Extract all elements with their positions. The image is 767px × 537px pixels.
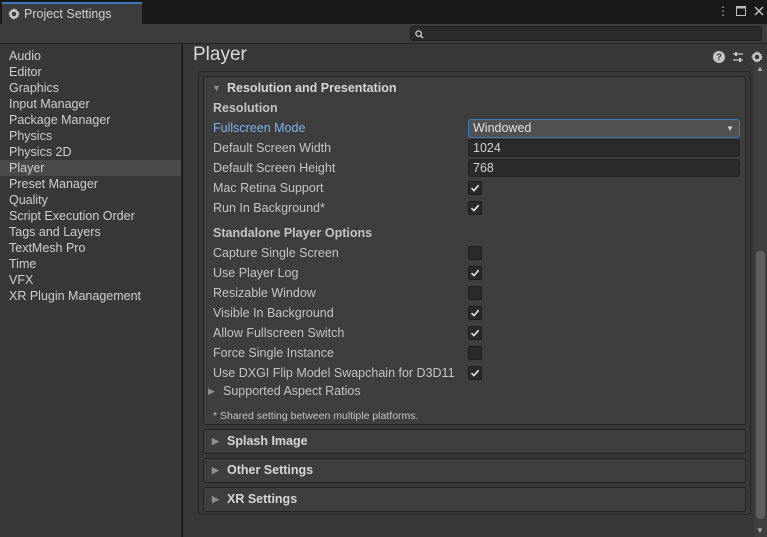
- search-icon: [415, 27, 424, 42]
- sidebar-item-editor[interactable]: Editor: [0, 64, 181, 80]
- close-icon[interactable]: [753, 6, 765, 16]
- row-resizable-window: Resizable Window: [213, 284, 741, 302]
- kebab-menu-icon[interactable]: ⋮: [717, 4, 729, 18]
- row-run-in-background: Run In Background*: [213, 199, 741, 217]
- triangle-right-icon: ▶: [212, 494, 219, 504]
- settings-sliders-icon[interactable]: [732, 51, 744, 63]
- row-use-dxgi-flip-model: Use DXGI Flip Model Swapchain for D3D11: [213, 364, 741, 382]
- shared-setting-note: * Shared setting between multiple platfo…: [213, 410, 419, 422]
- toolbar: [0, 24, 767, 44]
- row-allow-fullscreen-switch: Allow Fullscreen Switch: [213, 324, 741, 342]
- run-in-background-checkbox[interactable]: [468, 201, 482, 215]
- supported-aspect-ratios-foldout[interactable]: ▶ Supported Aspect Ratios: [208, 384, 361, 398]
- sidebar-item-preset-manager[interactable]: Preset Manager: [0, 176, 181, 192]
- search-input[interactable]: [410, 26, 762, 41]
- sidebar-item-script-execution-order[interactable]: Script Execution Order: [0, 208, 181, 224]
- title-bar: Project Settings ⋮: [0, 0, 767, 24]
- sidebar-item-input-manager[interactable]: Input Manager: [0, 96, 181, 112]
- section-splash-image[interactable]: ▶ Splash Image: [203, 429, 746, 454]
- checkmark-icon: [470, 329, 480, 337]
- resolution-header: Resolution: [213, 101, 278, 115]
- row-visible-in-background: Visible In Background: [213, 304, 741, 322]
- triangle-right-icon: ▶: [212, 436, 219, 446]
- default-screen-width-field[interactable]: 1024: [468, 139, 740, 157]
- sidebar-item-time[interactable]: Time: [0, 256, 181, 272]
- sidebar: Audio Editor Graphics Input Manager Pack…: [0, 44, 182, 537]
- mac-retina-checkbox[interactable]: [468, 181, 482, 195]
- gear-icon[interactable]: [751, 51, 763, 63]
- sidebar-item-textmesh-pro[interactable]: TextMesh Pro: [0, 240, 181, 256]
- capture-single-screen-checkbox[interactable]: [468, 246, 482, 260]
- scroll-down-arrow-icon[interactable]: ▼: [756, 526, 764, 535]
- help-icon[interactable]: ?: [713, 51, 725, 63]
- sidebar-item-audio[interactable]: Audio: [0, 48, 181, 64]
- row-default-screen-width: Default Screen Width 1024: [213, 139, 741, 157]
- chevron-down-icon: ▼: [726, 124, 734, 133]
- tab-title: Project Settings: [24, 7, 112, 21]
- player-settings-panel: ▼ Resolution and Presentation Resolution…: [198, 71, 751, 515]
- section-header-resolution[interactable]: ▼ Resolution and Presentation: [204, 77, 745, 99]
- main-panel: Player ? ▼ Resolution and Presentation R…: [183, 44, 767, 537]
- gear-icon: [8, 8, 20, 20]
- sidebar-item-xr-plugin-management[interactable]: XR Plugin Management: [0, 288, 181, 304]
- checkmark-icon: [470, 184, 480, 192]
- sidebar-item-graphics[interactable]: Graphics: [0, 80, 181, 96]
- row-default-screen-height: Default Screen Height 768: [213, 159, 741, 177]
- row-capture-single-screen: Capture Single Screen: [213, 244, 741, 262]
- page-title: Player: [193, 44, 247, 65]
- section-other-settings[interactable]: ▶ Other Settings: [203, 458, 746, 483]
- row-mac-retina: Mac Retina Support: [213, 179, 741, 197]
- sidebar-item-physics[interactable]: Physics: [0, 128, 181, 144]
- sidebar-item-vfx[interactable]: VFX: [0, 272, 181, 288]
- section-xr-settings[interactable]: ▶ XR Settings: [203, 487, 746, 512]
- maximize-icon[interactable]: [735, 6, 747, 16]
- sidebar-item-package-manager[interactable]: Package Manager: [0, 112, 181, 128]
- checkmark-icon: [470, 269, 480, 277]
- sidebar-item-quality[interactable]: Quality: [0, 192, 181, 208]
- allow-fullscreen-switch-checkbox[interactable]: [468, 326, 482, 340]
- scroll-up-arrow-icon[interactable]: ▲: [756, 64, 764, 73]
- section-resolution-presentation: ▼ Resolution and Presentation Resolution…: [203, 76, 746, 425]
- row-fullscreen-mode: Fullscreen Mode Windowed ▼: [213, 119, 741, 138]
- triangle-right-icon: ▶: [212, 465, 219, 475]
- checkmark-icon: [470, 369, 480, 377]
- triangle-right-icon: ▶: [208, 385, 215, 396]
- tab-project-settings[interactable]: Project Settings: [2, 2, 142, 24]
- standalone-header: Standalone Player Options: [213, 226, 373, 240]
- row-force-single-instance: Force Single Instance: [213, 344, 741, 362]
- use-dxgi-flip-model-checkbox[interactable]: [468, 366, 482, 380]
- default-screen-height-field[interactable]: 768: [468, 159, 740, 177]
- resizable-window-checkbox[interactable]: [468, 286, 482, 300]
- row-use-player-log: Use Player Log: [213, 264, 741, 282]
- checkmark-icon: [470, 204, 480, 212]
- visible-in-background-checkbox[interactable]: [468, 306, 482, 320]
- scrollbar-thumb[interactable]: [756, 251, 765, 519]
- sidebar-item-player[interactable]: Player: [0, 160, 181, 176]
- vertical-scrollbar[interactable]: ▲ ▼: [754, 64, 767, 537]
- triangle-down-icon: ▼: [212, 83, 221, 93]
- use-player-log-checkbox[interactable]: [468, 266, 482, 280]
- sidebar-item-physics-2d[interactable]: Physics 2D: [0, 144, 181, 160]
- fullscreen-mode-dropdown[interactable]: Windowed ▼: [468, 119, 740, 138]
- checkmark-icon: [470, 309, 480, 317]
- force-single-instance-checkbox[interactable]: [468, 346, 482, 360]
- sidebar-item-tags-and-layers[interactable]: Tags and Layers: [0, 224, 181, 240]
